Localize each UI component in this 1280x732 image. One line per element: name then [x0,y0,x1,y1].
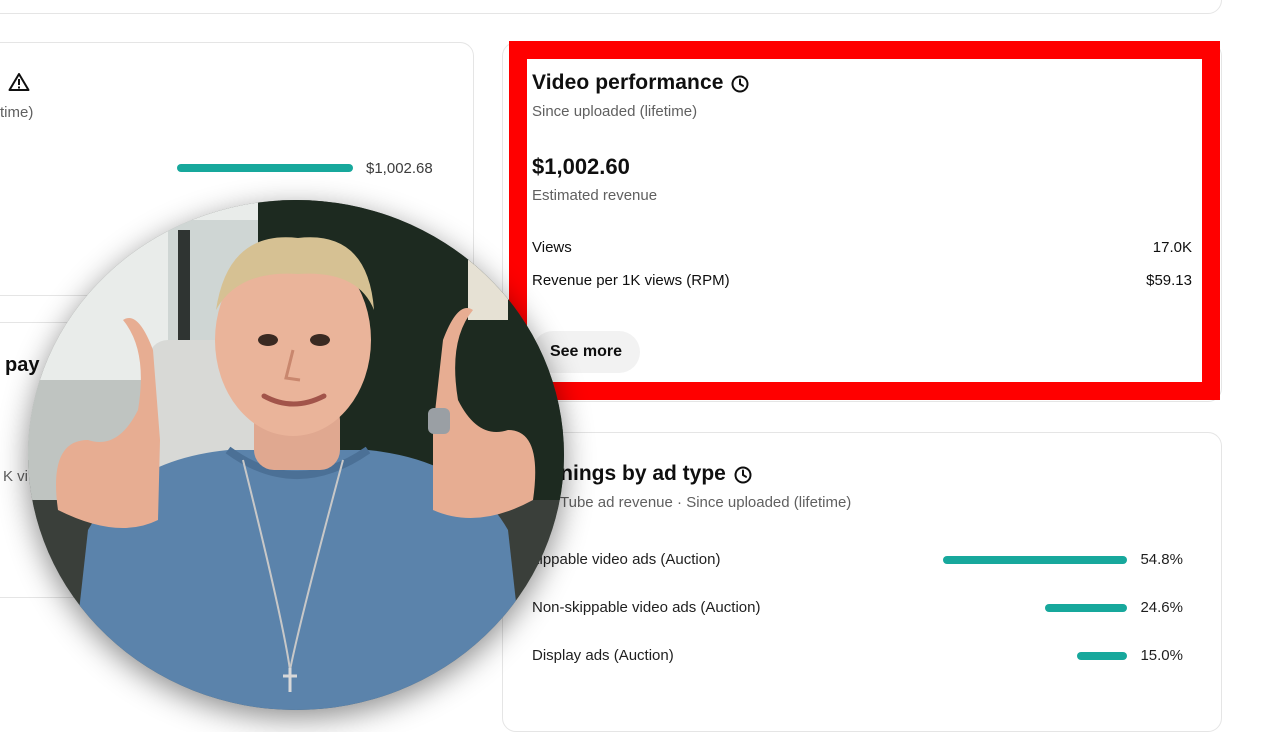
ad-type-bar [943,556,1127,564]
left-revenue-value: $1,002.68 [366,160,433,177]
highlight-frame [509,41,1220,400]
ad-type-label: Display ads (Auction) [532,647,674,664]
ad-type-bar [1045,604,1127,612]
top-card [0,0,1222,14]
warning-icon [8,72,30,97]
ad-type-value: 15.0% [1140,647,1183,664]
earnings-by-ad-type-title: rnings by ad type [552,462,726,485]
ad-type-value: 24.6% [1140,599,1183,616]
presenter-photo [28,200,564,710]
left-card-views-fragment: K vi [3,468,29,485]
earnings-by-ad-type-subtitle: Tube ad revenue · Since uploaded (lifeti… [560,494,852,511]
ad-type-label: kippable video ads (Auction) [532,551,721,568]
ad-type-value: 54.8% [1140,551,1183,568]
clock-icon[interactable] [733,465,753,490]
left-card-heading: pay [5,354,40,376]
left-revenue-bar [177,164,353,172]
ad-type-bar [1077,652,1127,660]
ad-type-label: Non-skippable video ads (Auction) [532,599,761,616]
left-card-subtitle: time) [0,104,34,121]
